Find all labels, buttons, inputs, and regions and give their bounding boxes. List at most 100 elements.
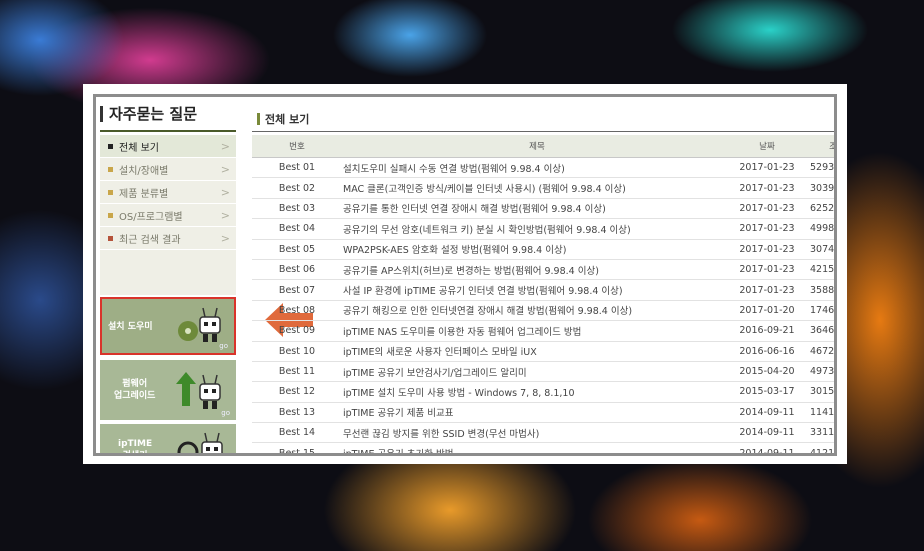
page-title-text: 자주묻는 질문 [109,105,198,123]
row-views: 36469 [802,320,834,342]
table-row[interactable]: Best 14 무선랜 끊김 방지를 위한 SSID 변경(무선 마법사) 2014… [252,422,834,444]
firmware-upgrade-banner[interactable]: 펌웨어 업그레이드 go [100,360,236,420]
row-date: 2015-03-17 [732,381,802,403]
table-row[interactable]: Best 11 ipTIME 공유기 보안검사기/업그레이드 알리미 2015-04… [252,361,834,383]
column-header-date[interactable]: 날짜 [732,135,802,158]
sidebar-menu: 전체 보기 > 설치/장애별 > 제품 분류별 > OS/프로그램별 > 최근 … [100,135,236,250]
chevron-right-icon: > [220,162,230,176]
row-number: Best 07 [252,279,342,301]
table-row[interactable]: Best 03 공유기를 통한 인터넷 연결 장애시 해결 방법(펌웨어 9.98… [252,198,834,220]
row-number: Best 14 [252,422,342,444]
table-row[interactable]: Best 09 ipTIME NAS 도우미를 이용한 자동 펌웨어 업그레이드 … [252,320,834,342]
row-title-link[interactable]: 공유기를 AP스위치(허브)로 변경하는 방법(펌웨어 9.98.4 이상) [342,259,732,281]
row-views: 35880 [802,279,834,301]
table-row[interactable]: Best 08 공유기 해킹으로 인한 인터넷연결 장애시 해결 방법(펌웨어 9… [252,300,834,322]
row-title-link[interactable]: ipTIME NAS 도우미를 이용한 자동 펌웨어 업그레이드 방법 [342,320,732,342]
content-top-rule [252,131,834,132]
sidebar-item-label: 제품 분류별 [119,188,169,200]
table-row[interactable]: Best 05 WPA2PSK-AES 암호화 설정 방법(펌웨어 9.98.4 … [252,239,834,260]
row-number: Best 01 [252,157,342,179]
row-title-link[interactable]: 공유기를 통한 인터넷 연결 장애시 해결 방법(펌웨어 9.98.4 이상) [342,198,732,220]
sidebar-item-recent-search[interactable]: 최근 검색 결과 > [100,227,236,250]
sidebar-item-label: OS/프로그램별 [119,211,183,223]
table-row[interactable]: Best 13ipTIME 공유기 제품 비교표2014-09-1111418 [252,402,834,424]
faq-page: 자주묻는 질문 전체 보기 > 설치/장애별 > 제품 분류별 > OS/프로그… [93,94,837,456]
sidebar-item-product-category[interactable]: 제품 분류별 > [100,181,236,204]
bullet-square-icon [108,189,113,195]
content-title-text: 전체 보기 [265,113,310,126]
chevron-right-icon: > [220,185,230,199]
faq-table-body: Best 01 설치도우미 실패시 수동 연결 방법(펌웨어 9.98.4 이상)… [252,157,834,453]
sidebar-item-install-issue[interactable]: 설치/장애별 > [100,158,236,181]
install-helper-banner[interactable]: 설치 도우미 go [100,297,236,355]
column-header-views[interactable]: 조회 [802,135,834,158]
row-title-link[interactable]: 공유기의 무선 암호(네트워크 키) 분실 시 확인방법(펌웨어 9.98.4 … [342,218,732,240]
sidebar-item-os-program[interactable]: OS/프로그램별 > [100,204,236,227]
row-title-link[interactable]: ipTIME 설치 도우미 사용 방법 - Windows 7, 8, 8.1,… [342,381,732,403]
table-row[interactable]: Best 01 설치도우미 실패시 수동 연결 방법(펌웨어 9.98.4 이상)… [252,157,834,179]
row-date: 2015-04-20 [732,361,802,383]
row-date: 2016-06-16 [732,341,802,362]
bullet-square-icon [108,212,113,218]
row-title-link[interactable]: ipTIME의 새로운 사용자 인터페이스 모바일 iUX [342,341,732,362]
chevron-right-icon: > [220,231,230,245]
robot-cd-icon [178,307,221,342]
row-date: 2017-01-20 [732,300,802,322]
row-views: 30390 [802,177,834,199]
row-title-link[interactable]: ipTIME 공유기 보안검사기/업그레이드 알리미 [342,361,732,383]
row-number: Best 11 [252,361,342,383]
content-title: 전체 보기 [257,111,309,127]
iptime-finder-banner[interactable]: ipTIME 검색기 [100,424,236,456]
row-views: 33111 [802,422,834,444]
row-views: 17468 [802,300,834,322]
table-row[interactable]: Best 15ipTIME 공유기 초기화 방법2014-09-1141218 [252,442,834,453]
row-title-link[interactable]: WPA2PSK-AES 암호화 설정 방법(펌웨어 9.98.4 이상) [342,239,732,260]
sidebar-item-label: 최근 검색 결과 [119,234,181,246]
row-date: 2017-01-23 [732,279,802,301]
row-date: 2016-09-21 [732,320,802,342]
row-number: Best 05 [252,239,342,260]
row-views: 49985 [802,218,834,240]
table-row[interactable]: Best 04 공유기의 무선 암호(네트워크 키) 분실 시 확인방법(펌웨어 … [252,218,834,240]
table-row[interactable]: Best 10 ipTIME의 새로운 사용자 인터페이스 모바일 iUX 2016… [252,341,834,362]
table-row[interactable]: Best 02 MAC 클론(고객인증 방식/케이블 인터넷 사용시) (펌웨어 … [252,177,834,199]
row-views: 42153 [802,259,834,281]
go-link-text: go [221,409,230,417]
row-title-link[interactable]: 사설 IP 환경에 ipTIME 공유기 인터넷 연결 방법(펌웨어 9.98.… [342,279,732,301]
row-title-link[interactable]: 공유기 해킹으로 인한 인터넷연결 장애시 해결 방법(펌웨어 9.98.4 이… [342,300,732,322]
iptime-finder-label: ipTIME 검색기 [118,439,153,456]
column-header-title[interactable]: 제목 [342,135,732,158]
sidebar-item-all[interactable]: 전체 보기 > [100,135,236,158]
row-date: 2014-09-11 [732,422,802,444]
content-title-bar-mark [257,113,260,125]
title-bar-mark [100,105,103,122]
row-title-link[interactable]: ipTIME 공유기 제품 비교표 [342,402,732,424]
row-views: 301523 [802,381,834,403]
go-link-text: go [219,342,228,350]
row-date: 2017-01-23 [732,198,802,220]
table-row[interactable]: Best 06 공유기를 AP스위치(허브)로 변경하는 방법(펌웨어 9.98.… [252,259,834,281]
row-number: Best 06 [252,259,342,281]
row-title-link[interactable]: 설치도우미 실패시 수동 연결 방법(펌웨어 9.98.4 이상) [342,157,732,179]
row-views: 62523 [802,198,834,220]
page-title: 자주묻는 질문 [100,103,197,124]
bullet-square-icon [108,166,113,172]
row-number: Best 04 [252,218,342,240]
row-title-link[interactable]: 무선랜 끊김 방지를 위한 SSID 변경(무선 마법사) [342,422,732,444]
row-title-link[interactable]: ipTIME 공유기 초기화 방법 [342,442,732,453]
table-row[interactable]: Best 07 사설 IP 환경에 ipTIME 공유기 인터넷 연결 방법(펌웨… [252,279,834,301]
row-date: 2014-09-11 [732,402,802,424]
table-row[interactable]: Best 12 ipTIME 설치 도우미 사용 방법 - Windows 7, … [252,381,834,403]
row-date: 2017-01-23 [732,218,802,240]
sidebar-spacer [100,250,236,295]
row-title-link[interactable]: MAC 클론(고객인증 방식/케이블 인터넷 사용시) (펌웨어 9.98.4 … [342,177,732,199]
magnifier-robot-icon [177,432,223,453]
table-header-row: 번호 제목 날짜 조회 [252,135,834,158]
firmware-upgrade-label: 펌웨어 업그레이드 [114,379,156,401]
row-date: 2017-01-23 [732,239,802,260]
sidebar-top-rule [100,130,236,132]
column-header-num[interactable]: 번호 [252,135,342,158]
row-date: 2017-01-23 [732,157,802,179]
row-views: 46721 [802,341,834,362]
row-number: Best 12 [252,381,342,403]
